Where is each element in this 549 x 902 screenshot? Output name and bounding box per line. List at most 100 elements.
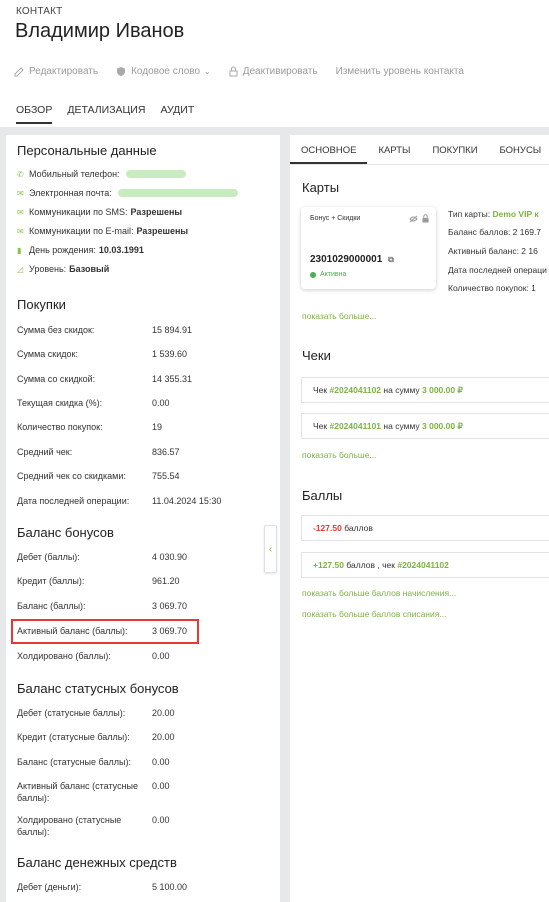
level-label: Уровень: (29, 264, 67, 274)
tab-cards[interactable]: КАРТЫ (367, 135, 421, 164)
mail-icon: ✉ (17, 207, 24, 217)
money-title: Баланс денежных средств (17, 855, 177, 870)
tab-audit[interactable]: АУДИТ (160, 104, 194, 124)
edit-label: Редактировать (29, 66, 99, 77)
status-row-value: 0.00 (152, 781, 170, 791)
code-word-label: Кодовое слово (131, 66, 201, 77)
birthday-value: 10.03.1991 (98, 245, 144, 255)
purchase-row-value: 15 894.91 (152, 325, 193, 335)
purchase-row-label: Средний чек: (17, 447, 73, 457)
personal-title: Персональные данные (17, 143, 157, 158)
status-row-value: 0.00 (152, 815, 170, 825)
breadcrumb: КОНТАКТ (16, 6, 63, 17)
page-title: Владимир Иванов (15, 20, 185, 42)
checks-title: Чеки (302, 348, 331, 363)
lock-icon (422, 214, 429, 223)
status-bonus-title: Баланс статусных бонусов (17, 681, 179, 696)
points-item[interactable]: +127.50 баллов , чек #2024041102 (301, 552, 549, 578)
status-row-label-cont: баллы): (17, 793, 50, 803)
hidden-eye-icon (409, 215, 418, 223)
show-more-accrual-link[interactable]: показать больше баллов начисления... (302, 588, 456, 598)
purchase-row-label: Средний чек со скидками: (17, 471, 126, 481)
bonus-row-label: Дебет (баллы): (17, 552, 80, 562)
check-item[interactable]: Чек #2024041101 на сумму 3 000.00 ₽ (301, 413, 549, 439)
money-row-value: 5 100.00 (152, 882, 188, 892)
purchase-row-value: 1 539.60 (152, 349, 188, 359)
level-icon: ◿ (17, 264, 24, 274)
loyalty-card[interactable]: Бонус + Скидки 2301029000001 ⧉ Активна (301, 207, 436, 289)
card-type-value[interactable]: Demo VIP к (492, 209, 538, 219)
bonus-row-label: Кредит (баллы): (17, 576, 85, 586)
purchase-row-label: Дата последней операции: (17, 496, 130, 506)
level-value: Базовый (69, 264, 110, 274)
change-level-label: Изменить уровень контакта (335, 66, 464, 77)
points-item[interactable]: -127.50 баллов (301, 515, 549, 541)
pencil-icon (14, 66, 24, 76)
card-type-label: Тип карты: (448, 209, 491, 219)
bonus-row-value: 4 030.90 (152, 552, 188, 562)
cake-icon: ▮ (17, 245, 22, 255)
purchase-row-value: 19 (152, 422, 163, 432)
tab-purchases[interactable]: ПОКУПКИ (421, 135, 488, 164)
phone-label: Мобильный телефон: (29, 169, 120, 179)
check-item[interactable]: Чек #2024041102 на сумму 3 000.00 ₽ (301, 377, 549, 403)
show-more-writeoff-link[interactable]: показать больше баллов списания... (302, 609, 446, 619)
bonus-row-value: 3 069.70 (152, 601, 188, 611)
card-balance: Баланс баллов: 2 169.7 (448, 227, 542, 237)
bonus-row-label: Баланс (баллы): (17, 601, 86, 611)
card-purchase-count: Количество покупок: 1 (448, 283, 536, 293)
birthday-row: ▮ День рождения: 10.03.1991 (17, 245, 144, 255)
money-row-label: Дебет (деньги): (17, 882, 82, 892)
card-status-label: Активна (320, 271, 347, 278)
status-dot-icon (310, 271, 316, 278)
check-id-link[interactable]: #2024041101 (330, 421, 382, 431)
purchase-row-label: Текущая скидка (%): (17, 398, 103, 408)
sms-comm-value: Разрешены (130, 207, 183, 217)
deactivate-button[interactable]: Деактивировать (229, 66, 318, 77)
copy-icon[interactable]: ⧉ (388, 255, 394, 264)
bonus-row-value: 961.20 (152, 576, 180, 586)
points-check-link[interactable]: #2024041102 (397, 560, 449, 570)
lock-icon (229, 66, 238, 77)
status-row-label: Баланс (статусные баллы): (17, 757, 131, 767)
card-number-text: 2301029000001 (310, 254, 383, 265)
check-amount: 3 000.00 ₽ (422, 420, 463, 431)
main-tabs: ОБЗОР ДЕТАЛИЗАЦИЯ АУДИТ (16, 104, 209, 124)
sms-comm-row: ✉ Коммуникации по SMS: Разрешены (17, 207, 182, 217)
card-type: Бонус + Скидки (310, 215, 361, 222)
check-prefix: Чек (313, 385, 328, 395)
mail-icon: ✉ (17, 188, 24, 198)
code-word-button[interactable]: Кодовое слово ⌄ (116, 66, 211, 77)
show-more-cards-link[interactable]: показать больше... (302, 311, 376, 321)
left-panel: Персональные данные ✆ Мобильный телефон:… (6, 135, 280, 902)
cards-title: Карты (302, 180, 340, 195)
edit-button[interactable]: Редактировать (14, 66, 98, 77)
card-active-balance: Активный баланс: 2 16 (448, 246, 538, 256)
tab-bonuses[interactable]: БОНУСЫ (489, 135, 549, 164)
purchases-title: Покупки (17, 297, 66, 312)
status-row-value: 0.00 (152, 757, 170, 767)
tab-main[interactable]: ОСНОВНОЕ (290, 135, 368, 164)
tab-details[interactable]: ДЕТАЛИЗАЦИЯ (67, 104, 145, 124)
purchase-row-value: 14 355.31 (152, 374, 193, 384)
check-prefix: Чек (313, 421, 328, 431)
active-balance-value: 3 069.70 (152, 626, 188, 636)
right-panel: ОСНОВНОЕ КАРТЫ ПОКУПКИ БОНУСЫ Карты Бону… (290, 135, 549, 902)
tab-overview[interactable]: ОБЗОР (16, 104, 53, 124)
status-row-value: 20.00 (152, 708, 175, 718)
action-bar: Редактировать Кодовое слово ⌄ Деактивиро… (14, 66, 482, 77)
points-amount: +127.50 (313, 560, 344, 570)
card-type-info: Тип карты: Demo VIP к (448, 209, 539, 219)
chevron-down-icon: ⌄ (204, 67, 211, 76)
check-id-link[interactable]: #2024041102 (330, 385, 382, 395)
shield-icon (117, 67, 126, 76)
collapse-panel-button[interactable]: ‹ (264, 525, 277, 573)
phone-value-redacted (125, 170, 186, 178)
show-more-checks-link[interactable]: показать больше... (302, 450, 376, 460)
email-value-redacted (117, 189, 238, 197)
change-level-button[interactable]: Изменить уровень контакта (336, 66, 464, 77)
chevron-left-icon: ‹ (268, 543, 273, 555)
card-status: Активна (310, 271, 346, 278)
email-comm-label: Коммуникации по E-mail: (29, 226, 134, 236)
phone-row: ✆ Мобильный телефон: (17, 169, 186, 179)
